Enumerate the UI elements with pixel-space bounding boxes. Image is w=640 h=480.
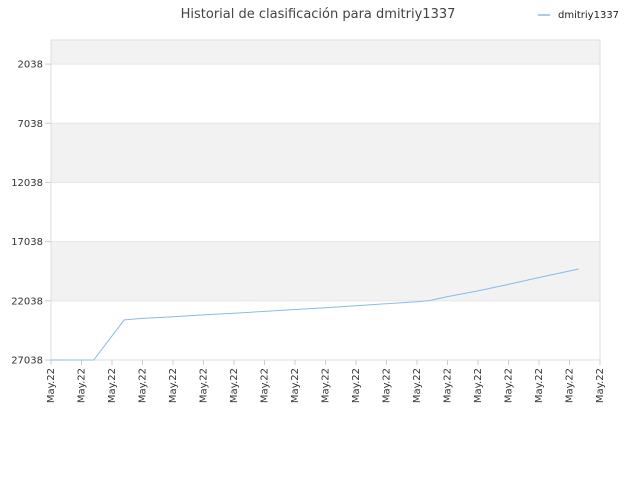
plot-area	[50, 39, 601, 361]
x-tick-label: May.22	[534, 368, 545, 403]
plot-band	[51, 241, 600, 301]
x-tick-label: May.22	[168, 368, 179, 403]
legend: dmitriy1337	[538, 10, 619, 21]
x-tick-label: May.22	[382, 368, 393, 403]
x-tick-label: May.22	[229, 368, 240, 403]
gridlines	[51, 63, 600, 361]
x-tick-label: May.22	[46, 368, 57, 403]
y-tick-label: 22038	[11, 296, 43, 307]
legend-label: dmitriy1337	[558, 10, 619, 21]
y-tick-label: 7038	[18, 119, 43, 130]
x-tick-label: May.22	[412, 368, 423, 403]
x-tick-label: May.22	[107, 368, 118, 403]
plot-bands	[51, 40, 600, 301]
x-tick-label: May.22	[504, 368, 515, 403]
plot-band	[51, 40, 600, 65]
x-tick-label: May.22	[260, 368, 271, 403]
y-tick-label: 12038	[11, 178, 43, 189]
x-tick-label: May.22	[138, 368, 149, 403]
x-tick-label: May.22	[565, 368, 576, 403]
x-tick-label: May.22	[595, 368, 606, 403]
x-tick-label: May.22	[321, 368, 332, 403]
x-tick-label: May.22	[351, 368, 362, 403]
y-axis: 2038 7038 12038 17038 22038 27038	[11, 60, 51, 367]
y-tick-label: 2038	[18, 60, 43, 71]
x-tick-label: May.22	[290, 368, 301, 403]
plot-band	[51, 123, 600, 183]
y-tick-label: 17038	[11, 237, 43, 248]
y-tick-label: 27038	[11, 356, 43, 367]
x-tick-label: May.22	[199, 368, 210, 403]
chart: Historial de clasificación para dmitriy1…	[11, 7, 619, 403]
x-tick-label: May.22	[473, 368, 484, 403]
x-tick-label: May.22	[77, 368, 88, 403]
x-tick-label: May.22	[443, 368, 454, 403]
chart-title: Historial de clasificación para dmitriy1…	[181, 7, 456, 22]
x-axis: May.22 May.22 May.22 May.22 May.22 May.22 May.…	[46, 360, 606, 403]
